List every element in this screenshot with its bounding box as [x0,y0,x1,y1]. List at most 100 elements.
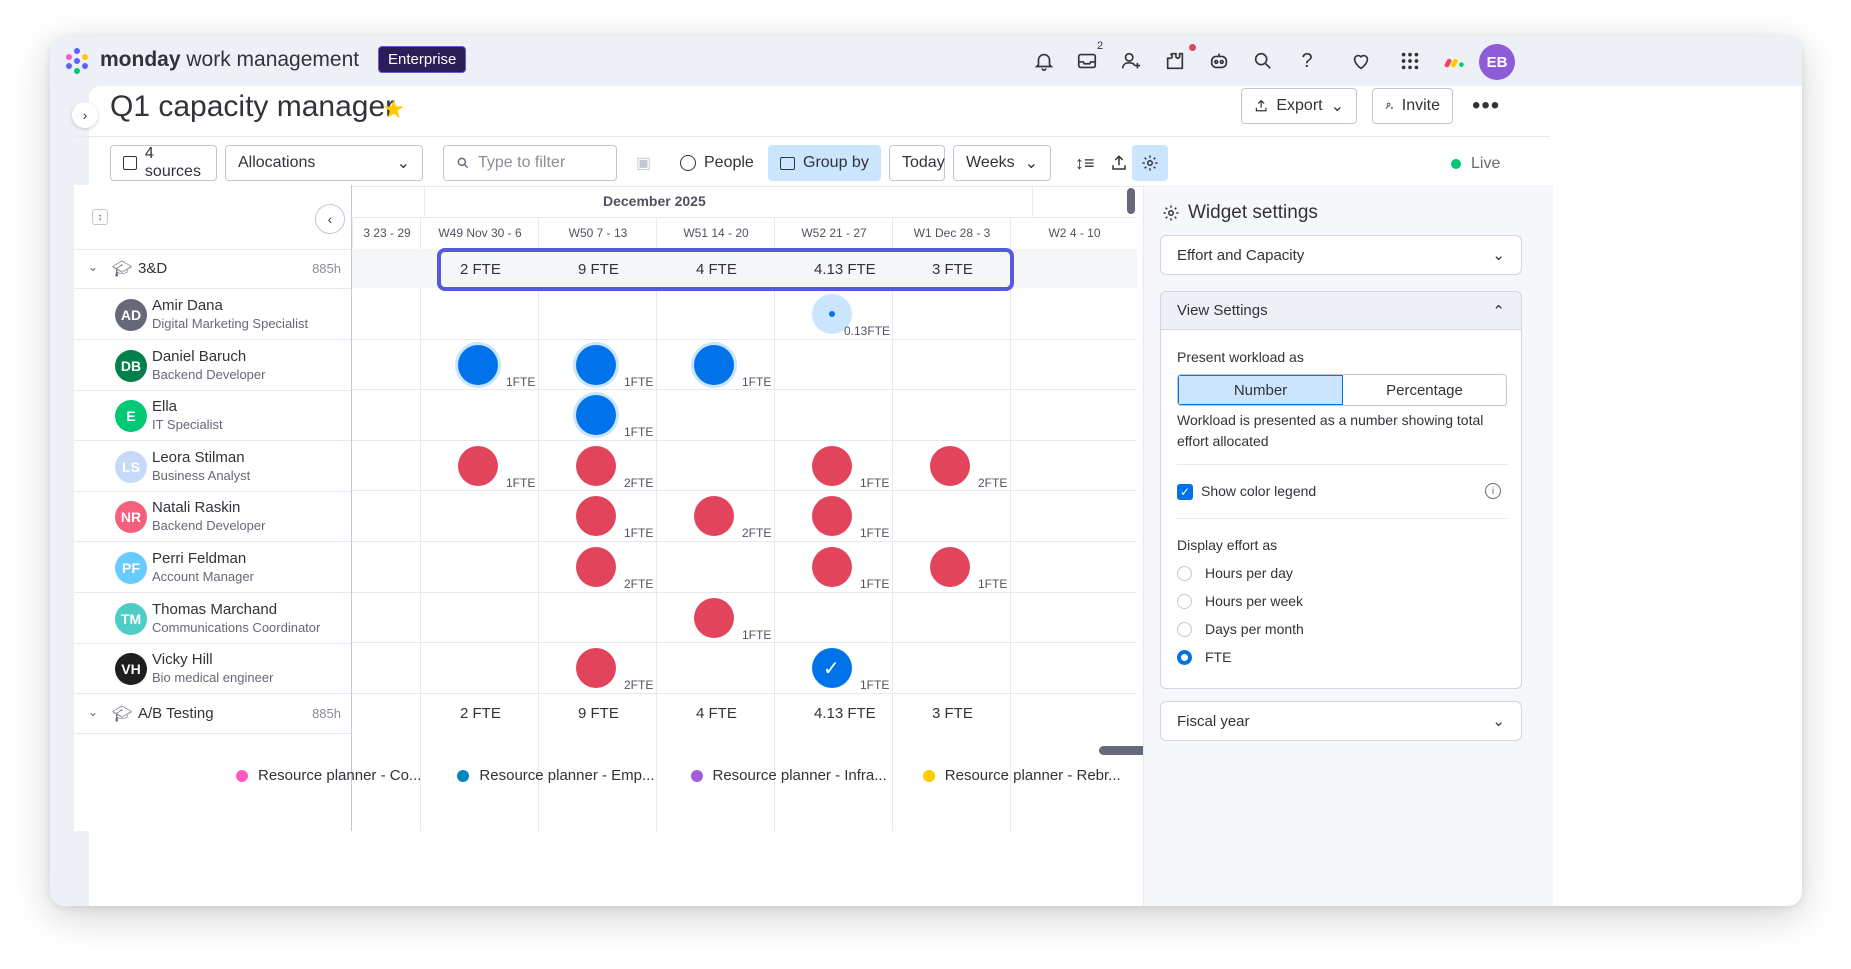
allocation-complete-bubble[interactable]: ✓ [812,648,852,689]
fiscal-year-select[interactable]: Fiscal year ⌄ [1160,701,1522,741]
favorite-star-icon[interactable]: ★ [382,94,405,125]
person-circle-icon [680,155,696,171]
today-label: Today [902,154,945,171]
allocation-bubble[interactable] [694,344,734,385]
effort-radio[interactable] [1177,622,1192,637]
person-role: Business Analyst [152,467,251,483]
sidebar-expand-button[interactable]: › [72,102,98,128]
help-icon[interactable]: ? [1294,48,1320,74]
allocation-bubble[interactable] [694,496,734,537]
avatar: E [115,400,147,433]
divider [1177,518,1507,519]
allocation-bubble[interactable] [812,445,852,486]
view-select[interactable]: Allocations ⌄ [225,145,423,181]
sort-icon[interactable]: ↕ [92,209,108,225]
inbox-count: 2 [1097,40,1104,52]
effort-radio-label: FTE [1205,649,1232,665]
percentage-option[interactable]: Percentage [1343,375,1506,405]
workload-description: Workload is presented as a number showin… [1177,412,1484,449]
monday-logo-icon[interactable] [62,46,92,76]
allocation-label: 1FTE [624,425,654,440]
save-icon[interactable]: ▣ [624,145,664,181]
user-avatar[interactable]: EB [1479,44,1515,80]
people-column: ↕ ‹ ⌄ 🎓︎ 3&D 885h AD Amir Dana Digital Marketi… [74,185,352,831]
people-button[interactable]: People [668,145,766,181]
chevron-down-icon[interactable]: ⌄ [88,260,98,274]
allocation-label: 1FTE [624,526,654,541]
legend-item: Resource planner - Infra... [690,767,887,784]
group-hours: 885h [312,261,341,276]
month-label: December 2025 [603,193,706,209]
effort-radio-label: Hours per day [1205,565,1293,581]
allocation-bubble[interactable] [930,547,970,587]
group-name: A/B Testing [138,704,214,722]
invite-label: Invite [1401,97,1440,114]
effort-capacity-select[interactable]: Effort and Capacity ⌄ [1160,235,1522,275]
chevron-down-icon[interactable]: ⌄ [88,705,98,719]
number-option[interactable]: Number [1178,375,1343,405]
search-icon[interactable] [1250,48,1276,74]
view-settings-header[interactable]: View Settings ⌃ [1161,292,1521,330]
allocation-bubble[interactable] [576,547,616,587]
allocation-bubble[interactable] [812,547,852,587]
time-scale-select[interactable]: Weeks ⌄ [953,145,1051,181]
person-role: Backend Developer [152,366,266,382]
allocation-bubble[interactable] [812,496,852,537]
effort-radio[interactable] [1177,594,1192,609]
allocation-bubble[interactable] [576,344,616,385]
person-role: Backend Developer [152,518,266,534]
display-effort-label: Display effort as [1177,537,1278,553]
legend-item: Resource planner - Rebr... [922,767,1121,784]
ai-bot-icon[interactable] [1206,48,1232,74]
vertical-scrollbar[interactable] [1127,188,1135,214]
person-row[interactable]: LS Leora Stilman Business Analyst [74,441,351,492]
week-column-header: W2 4 - 10 [1010,217,1137,249]
person-role: Communications Coordinator [152,619,321,635]
invite-person-icon[interactable] [1118,48,1144,74]
person-row[interactable]: AD Amir Dana Digital Marketing Specialist [74,289,351,340]
person-row[interactable]: NR Natali Raskin Backend Developer [74,491,351,543]
sources-button[interactable]: 4 sources [110,145,217,181]
allocation-bubble[interactable] [576,445,616,486]
person-row[interactable]: E Ella IT Specialist [74,390,351,442]
allocation-bubble[interactable] [930,445,970,486]
person-row[interactable]: TM Thomas Marchand Communications Coordina… [74,593,351,644]
live-status-dot [1451,159,1461,169]
group-row[interactable]: ⌄ 🎓︎ 3&D 885h [74,249,351,289]
invite-button[interactable]: Invite [1372,88,1453,124]
color-legend: Resource planner - Co... Resource planner… [236,767,1121,784]
group-row[interactable]: ⌄ 🎓︎ A/B Testing 885h [74,694,351,734]
export-button[interactable]: Export ⌄ [1241,88,1357,124]
effort-radio[interactable] [1177,566,1192,581]
allocation-label: 1FTE [860,475,890,490]
filter-input[interactable]: Type to filter [443,145,617,181]
more-options-icon[interactable]: ••• [1472,92,1500,120]
time-scale-value: Weeks [966,154,1015,171]
allocation-bubble[interactable] [694,597,734,638]
today-button[interactable]: Today [889,145,945,181]
legend-item: Resource planner - Emp... [457,767,655,784]
allocation-label: 1FTE [860,678,890,693]
allocation-bubble[interactable] [458,344,498,385]
collapse-left-button[interactable]: ‹ [315,204,345,234]
allocation-bubble[interactable] [576,496,616,537]
effort-radio[interactable] [1177,650,1192,665]
bell-icon[interactable] [1031,48,1057,74]
group-name: 3&D [138,260,168,277]
allocation-bubble[interactable] [576,395,616,436]
group-by-button[interactable]: Group by [768,145,881,181]
week-column-header: W50 7 - 13 [538,217,657,249]
heart-icon[interactable] [1348,48,1374,74]
settings-gear-icon[interactable] [1132,145,1168,181]
present-workload-label: Present workload as [1177,349,1304,365]
person-row[interactable]: DB Daniel Baruch Backend Developer [74,340,351,391]
show-legend-checkbox[interactable]: ✓ [1177,484,1193,500]
chevron-down-icon: ⌄ [396,155,410,172]
apps-grid-icon[interactable] [1397,48,1423,74]
person-row[interactable]: PF Perri Feldman Account Manager [74,542,351,593]
allocation-bubble[interactable] [576,648,616,689]
info-icon[interactable]: i [1485,483,1501,499]
integrations-icon[interactable] [1162,48,1188,74]
allocation-bubble[interactable] [458,445,498,486]
person-row[interactable]: VH Vicky Hill Bio medical engineer [74,643,351,695]
